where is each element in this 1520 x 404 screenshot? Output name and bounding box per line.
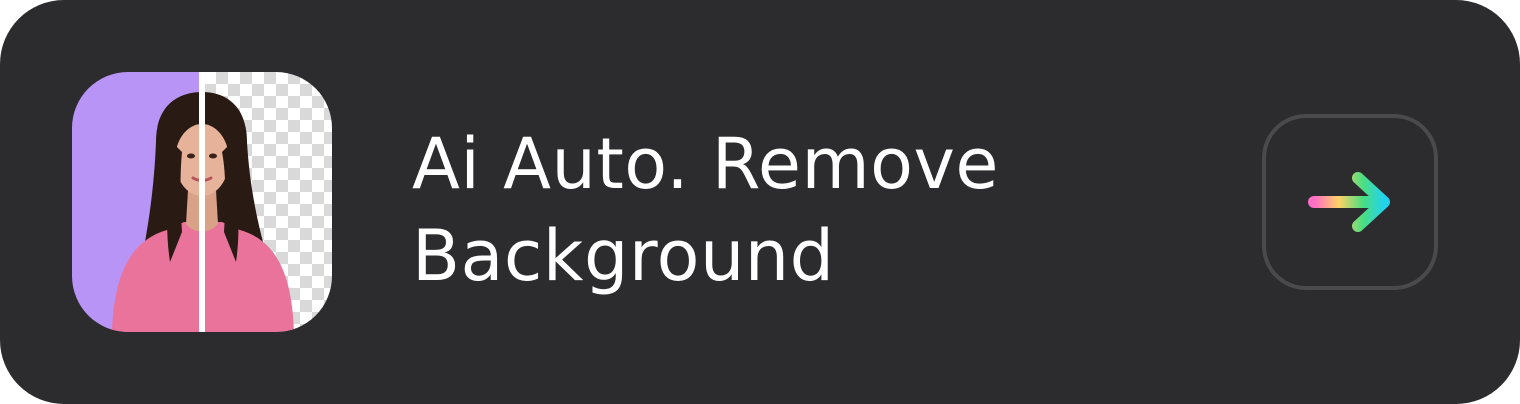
arrow-right-icon [1308, 172, 1390, 232]
card-title-line-1: Ai Auto. Remove [412, 123, 999, 205]
open-button[interactable] [1262, 114, 1438, 290]
background-removal-thumbnail [72, 72, 332, 332]
card-title: Ai Auto. Remove Background [412, 118, 1172, 302]
portrait-preview-image [72, 72, 332, 332]
card-title-line-2: Background [412, 215, 835, 297]
remove-background-card[interactable]: Ai Auto. Remove Background [0, 0, 1520, 404]
